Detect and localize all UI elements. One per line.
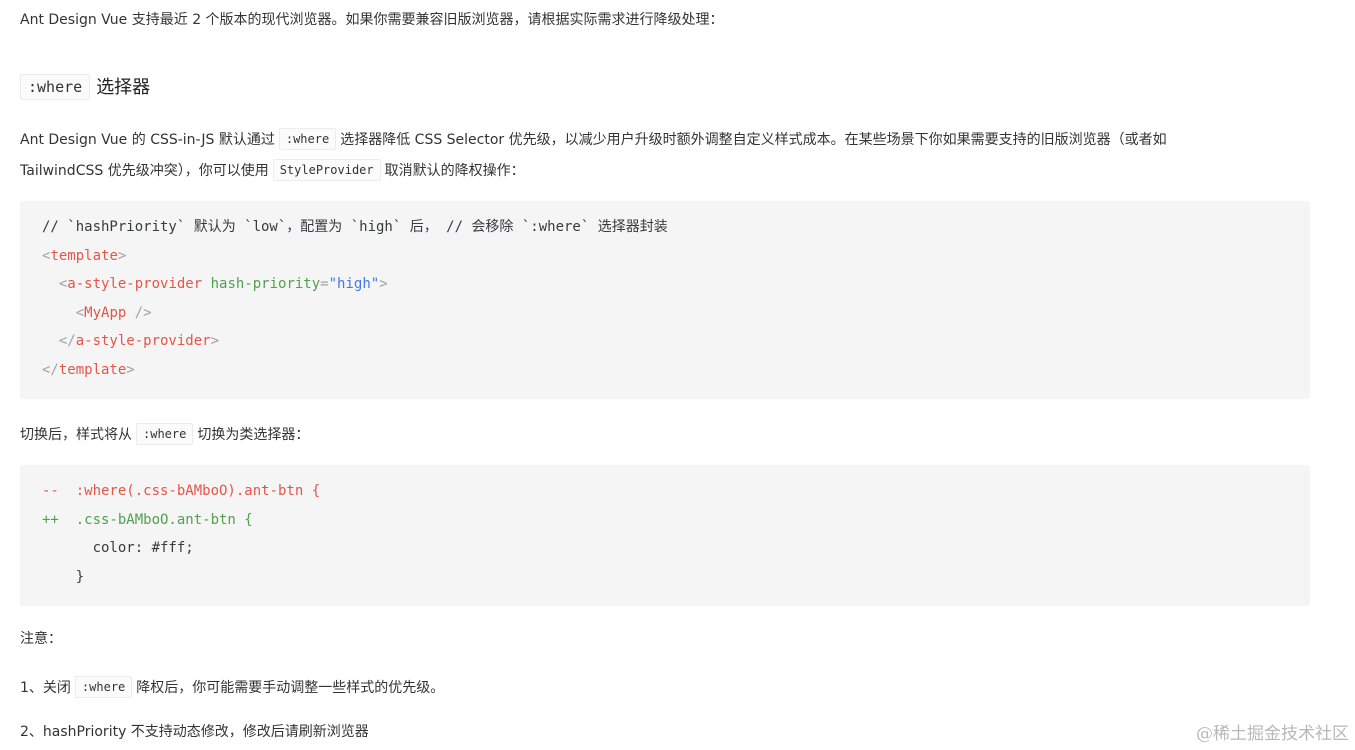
code-punct: > [126, 361, 135, 378]
description-line-2: TailwindCSS 优先级冲突），你可以使用 StyleProvider 取消默… [20, 159, 525, 181]
code-block-diff[interactable]: -- :where(.css-bAMboO).ant-btn { ++ .css… [20, 465, 1310, 606]
note-item-1: 1、关闭:where 降权后，你可能需要手动调整一些样式的优先级。 [20, 676, 444, 698]
site-watermark: @稀土掘金技术社区 [1196, 724, 1349, 744]
code-tag: MyApp [84, 304, 127, 321]
description-line-1: Ant Design Vue 的 CSS-in-JS 默认通过:where 选择器… [20, 128, 1167, 150]
code-tag: template [58, 361, 127, 378]
diff-deleted-line: -- :where(.css-bAMboO).ant-btn { [42, 483, 321, 499]
code-punct: /> [126, 304, 152, 321]
note-text: 2、hashPriority 不支持动态修改，修改后请刷新浏览器 [20, 724, 369, 740]
inline-code-where: :where [74, 676, 133, 698]
switch-paragraph: 切换后，样式将从:where 切换为类选择器： [20, 423, 309, 445]
code-line: </template> [42, 356, 1310, 385]
code-comment: // `hashPriority` 默认为 `low`，配置为 `high` 后… [42, 219, 668, 235]
code-punct: </ [42, 361, 59, 378]
note-text: 降权后，你可能需要手动调整一些样式的优先级。 [136, 680, 445, 696]
code-punct: < [75, 304, 85, 321]
code-string: "high" [328, 276, 380, 293]
notes-title-text: 注意： [20, 631, 62, 647]
code-line: <MyApp /> [42, 299, 1310, 328]
code-line: // `hashPriority` 默认为 `low`，配置为 `high` 后… [42, 213, 1310, 242]
desc-text: TailwindCSS 优先级冲突），你可以使用 [20, 163, 269, 179]
code-punct: = [320, 276, 329, 293]
section-heading: :where 选择器 [20, 74, 150, 102]
inline-code-styleprovider: StyleProvider [272, 159, 381, 181]
code-line: color: #fff; [42, 540, 194, 557]
code-line: <template> [42, 242, 1310, 271]
diff-added-line: ++ .css-bAMboO.ant-btn { [42, 511, 253, 528]
inline-code-where: :where [136, 423, 194, 445]
code-line: <a-style-provider hash-priority="high"> [42, 270, 1310, 299]
code-punct: </ [58, 333, 76, 350]
code-tag: a-style-provider [75, 333, 211, 350]
notes-title: 注意： [20, 629, 62, 649]
code-punct: > [379, 276, 388, 293]
inline-code-where: :where [278, 128, 337, 150]
code-punct: > [210, 333, 220, 350]
code-punct: > [117, 247, 127, 264]
heading-text: 选择器 [96, 77, 151, 98]
code-block-style-provider[interactable]: // `hashPriority` 默认为 `low`，配置为 `high` 后… [20, 201, 1310, 399]
code-tag: template [50, 247, 118, 264]
intro-text: Ant Design Vue 支持最近 2 个版本的现代浏览器。如果你需要兼容旧… [20, 12, 724, 28]
code-tag: a-style-provider [67, 276, 203, 293]
intro-paragraph: Ant Design Vue 支持最近 2 个版本的现代浏览器。如果你需要兼容旧… [20, 10, 724, 30]
desc-text: 取消默认的降权操作： [384, 163, 525, 179]
note-item-2: 2、hashPriority 不支持动态修改，修改后请刷新浏览器 [20, 722, 369, 742]
code-line: } [42, 568, 85, 585]
desc-text: Ant Design Vue 的 CSS-in-JS 默认通过 [20, 132, 275, 148]
desc-text: 选择器降低 CSS Selector 优先级，以减少用户升级时额外调整自定义样式… [340, 132, 1167, 148]
switch-text: 切换为类选择器： [197, 427, 310, 443]
switch-text: 切换后，样式将从 [20, 427, 132, 443]
note-text: 1、关闭 [20, 680, 71, 696]
heading-inline-code: :where [20, 74, 91, 100]
code-attr: hash-priority [210, 276, 321, 293]
code-line: </a-style-provider> [42, 327, 1310, 356]
